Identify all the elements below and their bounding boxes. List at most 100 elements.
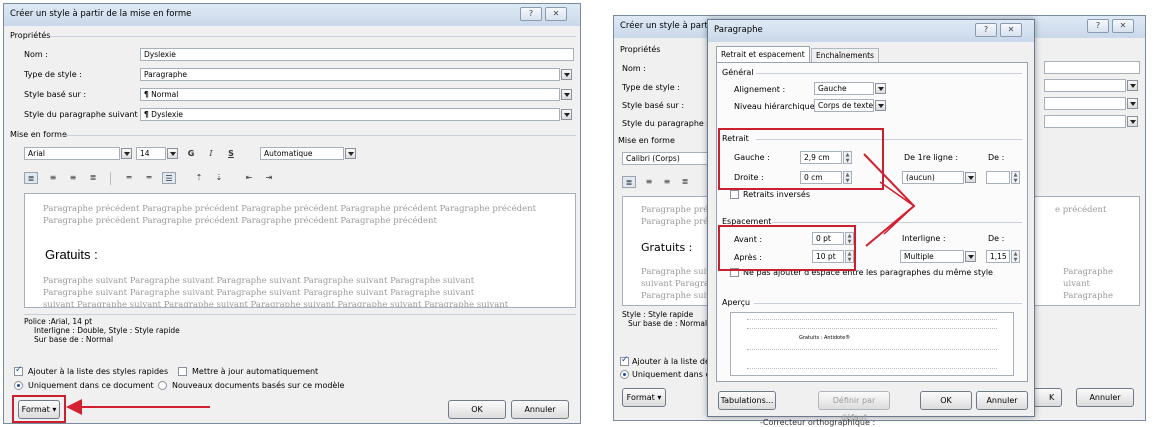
document-footer-text: -Correcteur orthographique : — [760, 418, 876, 427]
justify-icon[interactable]: ≣ — [678, 176, 692, 188]
one-half-spacing-icon[interactable]: ═ — [142, 172, 156, 184]
cancel-button[interactable]: Annuler — [511, 400, 569, 419]
next-style-select[interactable] — [1044, 115, 1126, 128]
add-to-quick-styles-checkbox[interactable] — [620, 355, 629, 366]
divider — [754, 303, 1022, 304]
chevron-down-icon[interactable] — [1127, 116, 1138, 127]
chevron-down-icon[interactable] — [875, 83, 886, 94]
title-bar: Paragraphe ? ✕ — [708, 20, 1034, 42]
description-line: Sur base de : Normal — [628, 319, 708, 328]
outline-level-select[interactable]: Corps de texte — [814, 99, 874, 112]
name-input[interactable]: Dyslexie — [140, 48, 574, 61]
close-button[interactable]: ✕ — [545, 7, 567, 21]
description-line: Style : Style rapide — [622, 310, 694, 319]
cancel-button[interactable]: Annuler — [976, 391, 1028, 410]
preview-next-text: Paragraphe — [1063, 291, 1114, 301]
chevron-down-icon[interactable] — [1127, 98, 1138, 109]
tab-indent-spacing[interactable]: Retrait et espacement — [716, 46, 810, 62]
font-select[interactable]: Arial — [24, 147, 120, 160]
underline-button[interactable]: S — [224, 148, 238, 160]
space-after-icon[interactable]: ⇣ — [212, 172, 226, 184]
chevron-down-icon[interactable] — [121, 148, 132, 159]
style-preview: Paragraphe précédent Paragraphe précéden… — [24, 193, 576, 308]
font-color-select[interactable]: Automatique — [260, 147, 344, 160]
dialog-title: Créer un style à partir de la mise en fo… — [10, 9, 192, 19]
bold-button[interactable]: G — [184, 148, 198, 160]
align-right-icon[interactable]: ≡ — [660, 176, 674, 188]
chevron-down-icon[interactable] — [965, 251, 976, 262]
tabs-button[interactable]: Tabulations... — [718, 391, 776, 410]
style-type-select[interactable]: Paragraphe — [140, 68, 560, 81]
align-center-icon[interactable]: ≡ — [642, 176, 656, 188]
next-style-select[interactable]: ¶ Dyslexie — [140, 108, 560, 121]
preview-previous-text: Paragraphe précédent Paragraphe précéden… — [43, 216, 437, 226]
set-default-button[interactable]: Définir par défaut — [818, 391, 890, 422]
outline-level-label: Niveau hiérarchique : — [734, 102, 820, 111]
formatting-group-label: Mise en forme — [10, 130, 67, 139]
chevron-down-icon[interactable] — [561, 89, 572, 100]
chevron-down-icon[interactable] — [167, 148, 178, 159]
chevron-down-icon[interactable] — [345, 148, 356, 159]
format-button[interactable]: Format ▾ — [622, 388, 666, 407]
tab-line-page-breaks[interactable]: Enchaînements — [811, 48, 879, 62]
align-left-icon[interactable]: ≣ — [24, 172, 38, 184]
chevron-down-icon[interactable] — [965, 172, 976, 183]
font-select[interactable]: Calibri (Corps) — [622, 152, 708, 165]
align-right-icon[interactable]: ≡ — [66, 172, 80, 184]
preview-next-text: Paragraphe suiv — [641, 291, 712, 301]
only-this-document-radio[interactable] — [14, 381, 23, 390]
align-left-icon[interactable]: ≣ — [622, 176, 636, 188]
spacing-highlight-box — [718, 225, 856, 271]
mirror-indents-checkbox[interactable] — [730, 190, 739, 199]
cancel-button[interactable]: Annuler — [1076, 388, 1134, 407]
help-button[interactable]: ? — [520, 7, 542, 21]
font-size-select[interactable]: 14 — [136, 147, 166, 160]
chevron-down-icon[interactable] — [561, 69, 572, 80]
preview-next-text: Paragraphe suiv — [641, 267, 712, 277]
spinner[interactable]: ▲ ▼ — [1011, 250, 1020, 263]
single-spacing-icon[interactable]: ═ — [122, 172, 136, 184]
chevron-down-icon[interactable] — [561, 109, 572, 120]
preview-next-lines — [747, 349, 997, 369]
line-spacing-select[interactable]: Multiple — [900, 250, 964, 263]
chevron-down-icon[interactable] — [875, 100, 886, 111]
based-on-select[interactable]: ¶ Normal — [140, 88, 560, 101]
name-label: Nom : — [622, 64, 646, 73]
style-type-label: Type de style : — [622, 83, 680, 92]
style-type-select[interactable] — [1044, 79, 1126, 92]
double-spacing-icon[interactable]: ☰ — [162, 172, 176, 184]
by-input[interactable] — [986, 171, 1010, 184]
space-before-icon[interactable]: ⇡ — [192, 172, 206, 184]
alignment-label: Alignement : — [734, 85, 786, 94]
style-description: Style : Style rapide Sur base de : Norma… — [622, 310, 707, 328]
create-style-dialog: Créer un style à partir de la mise en fo… — [3, 3, 581, 424]
based-on-select[interactable] — [1044, 97, 1126, 110]
add-to-quick-styles-checkbox[interactable] — [14, 365, 23, 376]
auto-update-checkbox[interactable] — [178, 367, 187, 376]
title-bar: Créer un style à partir de la mise en fo… — [4, 4, 580, 26]
justify-icon[interactable]: ≣ — [86, 172, 100, 184]
pilcrow-icon: ¶ — [144, 110, 149, 119]
help-button[interactable]: ? — [1087, 19, 1109, 33]
preview-previous-text: Paragraphe préc — [641, 205, 714, 215]
close-button[interactable]: ✕ — [1112, 19, 1134, 33]
align-center-icon[interactable]: ≡ — [46, 172, 60, 184]
increase-indent-icon[interactable]: ⇥ — [262, 172, 276, 184]
decrease-indent-icon[interactable]: ⇤ — [242, 172, 256, 184]
preview-sample-text: Gratuits : Antidote® — [799, 335, 851, 341]
chevron-down-icon[interactable] — [1127, 80, 1138, 91]
name-input[interactable] — [1044, 61, 1140, 74]
help-button[interactable]: ? — [975, 23, 997, 37]
spinner[interactable]: ▲ ▼ — [1011, 171, 1020, 184]
ok-button[interactable]: OK — [920, 391, 972, 410]
only-this-document-radio[interactable] — [620, 370, 629, 379]
new-documents-radio[interactable] — [158, 381, 167, 390]
italic-button[interactable]: I — [204, 148, 218, 160]
ok-button[interactable]: OK — [448, 400, 506, 419]
divider — [756, 73, 1022, 74]
close-button[interactable]: ✕ — [1000, 23, 1022, 37]
at-input[interactable]: 1,15 — [986, 250, 1010, 263]
divider — [50, 36, 576, 37]
auto-update-label: Mettre à jour automatiquement — [192, 367, 319, 376]
alignment-select[interactable]: Gauche — [814, 82, 874, 95]
